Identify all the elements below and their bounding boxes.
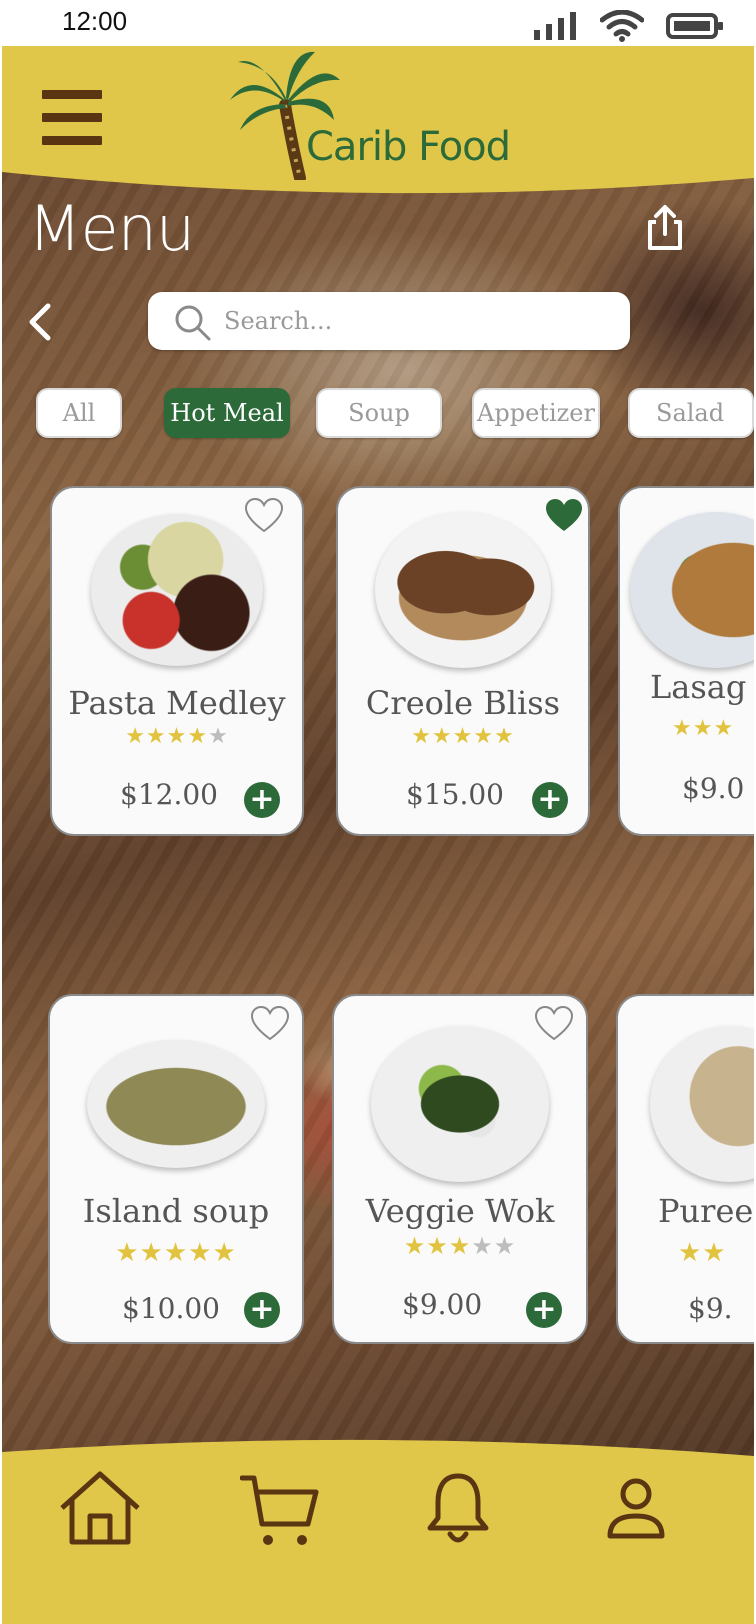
item-name: Island soup xyxy=(82,1192,270,1230)
menu-card[interactable]: Pasta Medley ★★★★★ $12.00 + xyxy=(50,486,304,836)
home-icon[interactable] xyxy=(58,1470,142,1546)
item-name: Creole Bliss xyxy=(365,684,561,722)
menu-card[interactable]: Puree ★★ $9. xyxy=(616,994,754,1344)
menu-card[interactable]: Veggie Wok ★★★★★ $9.00 + xyxy=(332,994,588,1344)
status-bar: 12:00 xyxy=(2,0,754,46)
item-name: Puree xyxy=(658,1192,754,1230)
menu-icon[interactable] xyxy=(42,90,102,148)
page-title: Menu xyxy=(28,192,195,265)
heart-filled-icon[interactable] xyxy=(544,498,584,534)
chip-all[interactable]: All xyxy=(36,388,122,438)
rating-stars: ★★★★★ xyxy=(411,724,515,749)
item-price: $9.00 xyxy=(402,1288,483,1321)
app-screen: 12:00 Carib Food Menu Search... All Hot … xyxy=(2,0,754,1624)
item-price: $9. xyxy=(688,1292,733,1325)
search-input[interactable] xyxy=(222,300,606,342)
menu-card[interactable]: Creole Bliss ★★★★★ $15.00 + xyxy=(336,486,590,836)
heart-outline-icon[interactable] xyxy=(534,1006,574,1042)
chip-soup[interactable]: Soup xyxy=(316,388,442,438)
bottom-navigation xyxy=(2,1436,754,1624)
menu-card[interactable]: Island soup ★★★★★ $10.00 + xyxy=(48,994,304,1344)
item-price: $10.00 xyxy=(122,1292,220,1325)
food-image xyxy=(87,1040,265,1168)
item-price: $9.0 xyxy=(682,772,745,805)
add-to-cart-button[interactable]: + xyxy=(532,782,568,818)
item-name: Pasta Medley xyxy=(68,684,286,722)
cart-icon[interactable] xyxy=(240,1474,320,1550)
rating-stars: ★★★★★ xyxy=(403,1232,517,1260)
category-chips: All Hot Meal Soup Appetizer Salad xyxy=(2,386,754,440)
bell-icon[interactable] xyxy=(426,1472,490,1548)
chip-salad[interactable]: Salad xyxy=(628,388,754,438)
add-to-cart-button[interactable]: + xyxy=(244,1292,280,1328)
share-icon[interactable] xyxy=(642,204,688,252)
rating-stars: ★★★ xyxy=(672,716,735,741)
chip-hot-meal[interactable]: Hot Meal xyxy=(164,388,290,438)
item-name: Veggie Wok xyxy=(365,1192,555,1230)
food-image xyxy=(650,1026,754,1182)
item-price: $12.00 xyxy=(120,778,218,811)
food-image xyxy=(371,1026,549,1182)
search-bar xyxy=(148,292,630,350)
status-time: 12:00 xyxy=(62,6,128,36)
search-icon xyxy=(175,305,211,341)
chip-appetizer[interactable]: Appetizer xyxy=(472,388,600,438)
menu-card[interactable]: Lasag ★★★ $9.0 xyxy=(618,486,754,836)
status-icons xyxy=(534,10,724,42)
food-image xyxy=(630,512,754,668)
heart-outline-icon[interactable] xyxy=(244,498,284,534)
battery-icon xyxy=(666,13,723,39)
add-to-cart-button[interactable]: + xyxy=(244,782,280,818)
food-image xyxy=(91,514,263,666)
brand-name: Carib Food xyxy=(306,124,511,170)
food-image xyxy=(375,512,551,668)
heart-outline-icon[interactable] xyxy=(250,1006,290,1042)
add-to-cart-button[interactable]: + xyxy=(526,1292,562,1328)
item-name: Lasag xyxy=(650,668,747,706)
profile-icon[interactable] xyxy=(606,1476,666,1546)
rating-stars: ★★★★★ xyxy=(115,1238,237,1268)
wifi-icon xyxy=(600,10,644,42)
rating-stars: ★★ xyxy=(678,1238,727,1268)
back-arrow-icon[interactable] xyxy=(22,300,62,344)
rating-stars: ★★★★★ xyxy=(125,724,229,749)
app-header: Carib Food xyxy=(2,46,754,196)
signal-icon xyxy=(534,12,576,40)
item-price: $15.00 xyxy=(406,778,504,811)
